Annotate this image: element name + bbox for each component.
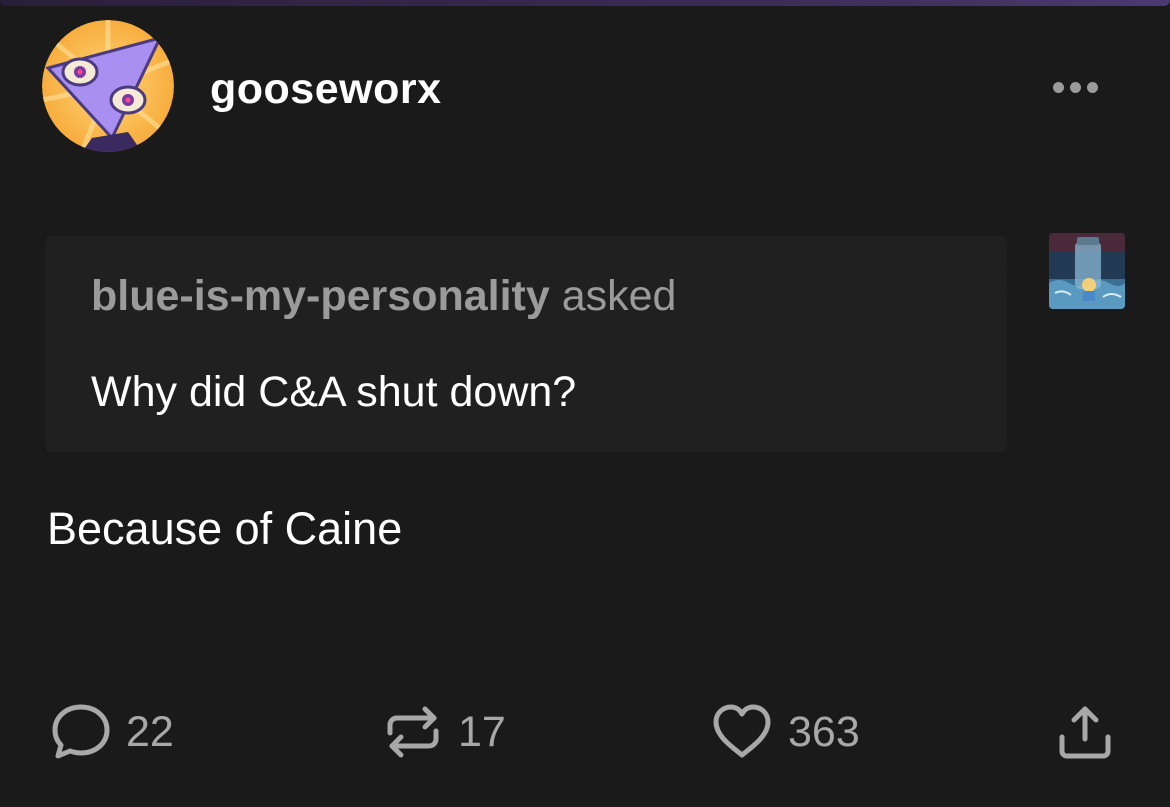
reblog-icon: [387, 706, 439, 758]
ellipsis-icon: [1069, 81, 1081, 93]
author-avatar-image: [42, 20, 174, 152]
like-button[interactable]: 363: [710, 700, 860, 764]
ask-box: blue-is-my-personality asked Why did C&A…: [45, 236, 1007, 452]
share-button[interactable]: [1054, 700, 1116, 764]
asked-label: asked: [561, 272, 677, 320]
asker-username[interactable]: blue-is-my-personality: [91, 272, 550, 320]
ellipsis-icon: [1086, 81, 1098, 93]
like-count: 363: [788, 708, 860, 756]
ask-header: blue-is-my-personality asked: [91, 272, 676, 320]
reply-count: 22: [126, 708, 174, 756]
heart-icon: [713, 704, 771, 758]
author-username[interactable]: gooseworx: [210, 66, 442, 112]
more-options-button[interactable]: [1040, 72, 1110, 102]
asker-avatar[interactable]: [1049, 233, 1125, 309]
comment-icon: [52, 704, 110, 759]
reblog-count: 17: [458, 708, 506, 756]
reply-button[interactable]: 22: [50, 700, 174, 764]
reblog-button[interactable]: 17: [382, 700, 506, 764]
ask-bubble-tail: [973, 268, 1007, 292]
asker-avatar-image: [1049, 233, 1125, 309]
ask-question: Why did C&A shut down?: [91, 368, 577, 416]
share-icon: [1059, 706, 1111, 759]
top-border: [0, 0, 1170, 6]
ellipsis-icon: [1052, 81, 1064, 93]
author-avatar[interactable]: [42, 20, 174, 152]
tumblr-post: gooseworx blue-is-my-personality asked W…: [0, 0, 1170, 807]
answer-text: Because of Caine: [47, 503, 403, 554]
